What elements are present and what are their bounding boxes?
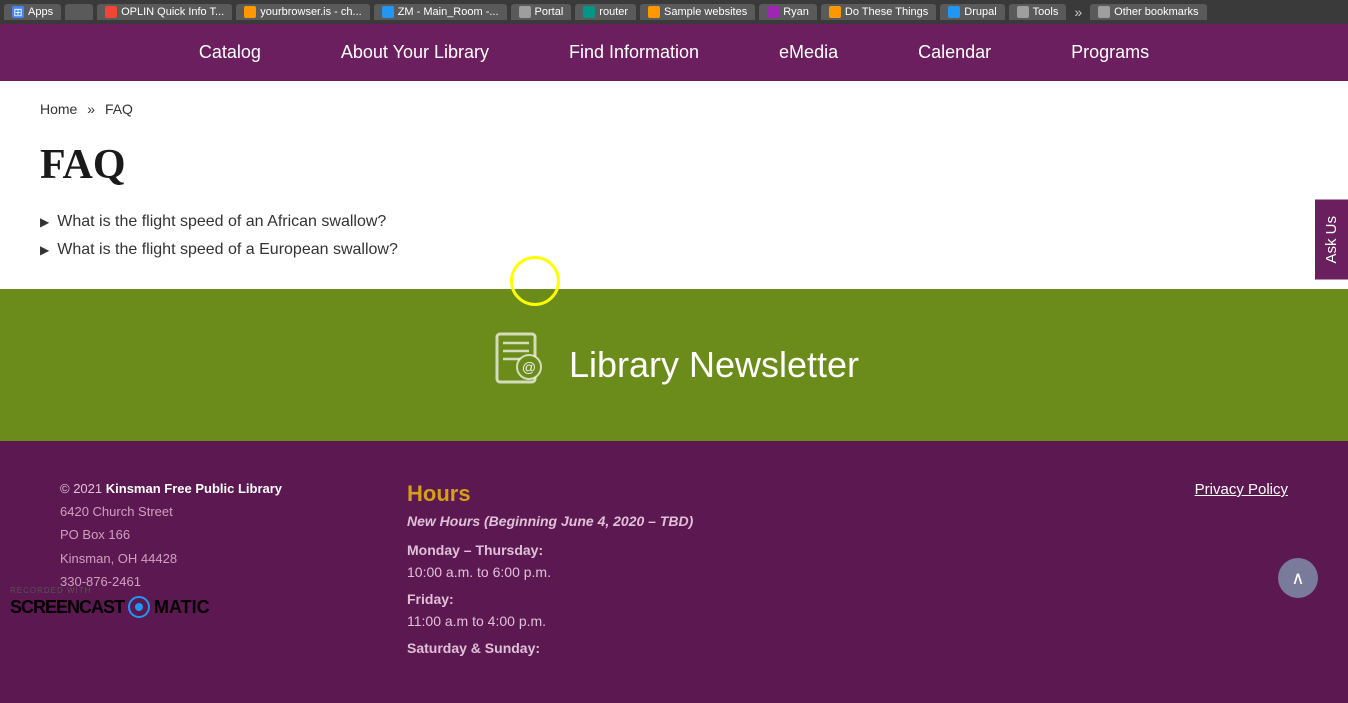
tab-tools[interactable]: Tools bbox=[1009, 4, 1067, 20]
footer-hours-fri: Friday: 11:00 a.m to 4:00 p.m. bbox=[407, 588, 941, 633]
newsletter-title: Library Newsletter bbox=[569, 344, 859, 386]
footer-hours-mon-thu: Monday – Thursday: 10:00 a.m. to 6:00 p.… bbox=[407, 539, 941, 584]
tools-tab-icon bbox=[1017, 6, 1029, 18]
footer-copyright: © 2021 Kinsman Free Public Library bbox=[60, 481, 327, 496]
ask-us-tab[interactable]: Ask Us bbox=[1315, 200, 1348, 280]
nav-emedia[interactable]: eMedia bbox=[739, 24, 878, 81]
breadcrumb-separator: » bbox=[87, 101, 95, 117]
breadcrumb-current: FAQ bbox=[105, 101, 133, 117]
footer: © 2021 Kinsman Free Public Library 6420 … bbox=[0, 441, 1348, 703]
screencast-recorded-label: RECORDED WITH SCREENCAST MATIC bbox=[10, 586, 210, 618]
globe-tab-icon bbox=[73, 6, 85, 18]
dothese-tab-icon bbox=[829, 6, 841, 18]
faq-link-2[interactable]: What is the flight speed of a European s… bbox=[57, 241, 398, 259]
breadcrumb: Home » FAQ bbox=[40, 101, 1308, 117]
faq-item-1[interactable]: ▶ What is the flight speed of an African… bbox=[40, 213, 1308, 231]
footer-address-col: © 2021 Kinsman Free Public Library 6420 … bbox=[60, 481, 327, 663]
main-content: Home » FAQ FAQ ▶ What is the flight spee… bbox=[0, 81, 1348, 289]
breadcrumb-home[interactable]: Home bbox=[40, 101, 77, 117]
nav-programs[interactable]: Programs bbox=[1031, 24, 1189, 81]
content-wrapper: Home » FAQ FAQ ▶ What is the flight spee… bbox=[0, 81, 1348, 289]
newsletter-icon: @ bbox=[489, 329, 549, 401]
browser-tab-icon bbox=[244, 6, 256, 18]
faq-arrow-1: ▶ bbox=[40, 215, 49, 229]
newsletter-section[interactable]: @ Library Newsletter bbox=[0, 289, 1348, 441]
tab-ryan[interactable]: Ryan bbox=[759, 4, 817, 20]
tab-portal[interactable]: Portal bbox=[511, 4, 572, 20]
footer-hours-col: Hours New Hours (Beginning June 4, 2020 … bbox=[407, 481, 941, 663]
tab-router[interactable]: router bbox=[575, 4, 636, 20]
faq-link-1[interactable]: What is the flight speed of an African s… bbox=[57, 213, 386, 231]
apps-tab-icon: ⊞ bbox=[12, 6, 24, 18]
tab-globe[interactable] bbox=[65, 4, 93, 20]
footer-hours-note: New Hours (Beginning June 4, 2020 – TBD) bbox=[407, 513, 941, 529]
privacy-policy-link[interactable]: Privacy Policy bbox=[1195, 481, 1288, 498]
nav-catalog[interactable]: Catalog bbox=[159, 24, 301, 81]
footer-address: 6420 Church Street PO Box 166 Kinsman, O… bbox=[60, 500, 327, 594]
screencast-circle-icon bbox=[128, 596, 150, 618]
screencast-dot-icon bbox=[135, 603, 143, 611]
drupal-tab-icon bbox=[948, 6, 960, 18]
browser-chrome: ⊞ Apps OPLIN Quick Info T... yourbrowser… bbox=[0, 0, 1348, 24]
nav-about[interactable]: About Your Library bbox=[301, 24, 529, 81]
footer-privacy-col: Privacy Policy bbox=[1021, 481, 1288, 663]
tab-other-bookmarks[interactable]: Other bookmarks bbox=[1090, 4, 1206, 20]
portal-tab-icon bbox=[519, 6, 531, 18]
tab-oplin[interactable]: OPLIN Quick Info T... bbox=[97, 4, 232, 20]
tab-browser[interactable]: yourbrowser.is - ch... bbox=[236, 4, 369, 20]
tab-sample[interactable]: Sample websites bbox=[640, 4, 755, 20]
oplin-tab-icon bbox=[105, 6, 117, 18]
footer-hours-title: Hours bbox=[407, 481, 941, 507]
footer-hours-sat-sun: Saturday & Sunday: bbox=[407, 637, 941, 659]
svg-text:@: @ bbox=[522, 359, 536, 375]
faq-arrow-2: ▶ bbox=[40, 243, 49, 257]
ryan-tab-icon bbox=[767, 6, 779, 18]
tab-zoom[interactable]: ZM - Main_Room -... bbox=[374, 4, 507, 20]
sample-tab-icon bbox=[648, 6, 660, 18]
main-navigation: Catalog About Your Library Find Informat… bbox=[0, 24, 1348, 81]
screencast-watermark: RECORDED WITH SCREENCAST MATIC bbox=[10, 586, 210, 618]
other-bookmarks-icon bbox=[1098, 6, 1110, 18]
faq-title: FAQ bbox=[40, 141, 1308, 189]
router-tab-icon bbox=[583, 6, 595, 18]
tab-dothese[interactable]: Do These Things bbox=[821, 4, 936, 20]
tab-drupal[interactable]: Drupal bbox=[940, 4, 1004, 20]
nav-calendar[interactable]: Calendar bbox=[878, 24, 1031, 81]
faq-item-2[interactable]: ▶ What is the flight speed of a European… bbox=[40, 241, 1308, 259]
tab-apps[interactable]: ⊞ Apps bbox=[4, 4, 61, 20]
zoom-tab-icon bbox=[382, 6, 394, 18]
back-to-top-button[interactable]: ∧ bbox=[1278, 558, 1318, 598]
nav-find[interactable]: Find Information bbox=[529, 24, 739, 81]
tab-more[interactable]: » bbox=[1070, 4, 1086, 20]
